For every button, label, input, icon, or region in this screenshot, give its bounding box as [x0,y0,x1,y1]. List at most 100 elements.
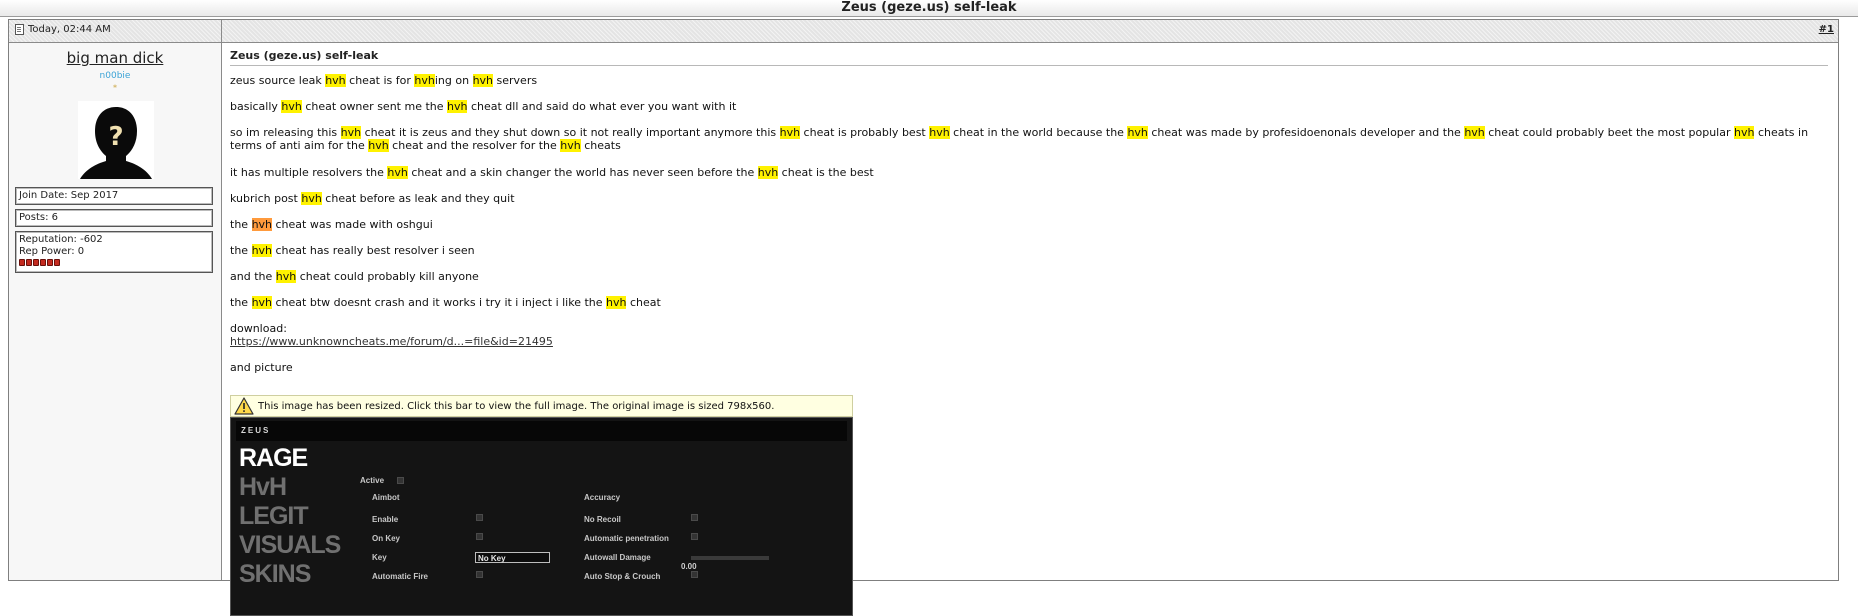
text-run: the [230,218,252,231]
search-highlight: hvh [281,100,302,113]
paragraph: it has multiple resolvers the hvh cheat … [230,166,874,179]
text-run: so im releasing this [230,126,341,139]
text-run: the [230,244,252,257]
search-highlight: hvh [779,126,801,139]
paragraph: the hvh cheat was made with oshgui [230,218,433,231]
post-date: Today, 02:44 AM [15,24,111,35]
default-avatar-icon: ? [78,101,154,179]
text-run: cheat was made by profesidoenonals devel… [1147,126,1465,139]
header-divider [221,20,222,42]
post-number: #1 [1819,24,1834,35]
paragraph: kubrich post hvh cheat before as leak an… [230,192,515,205]
picture-label: and picture [230,361,293,374]
search-highlight: hvh [472,74,494,87]
posts-box: Posts: 6 [15,209,213,227]
avatar[interactable]: ? [78,101,154,179]
menu-tab-legit: LEGIT [239,502,309,530]
menu-active-label: Active [360,476,385,485]
search-highlight: hvh [1127,126,1148,139]
paragraph: the hvh cheat btw doesnt crash and it wo… [230,296,661,309]
user-panel: big man dick n00bie ⁎ ? Join Date: Sep 2… [9,43,222,580]
menu-option: On Key [372,534,401,543]
search-highlight: hvh [275,270,297,283]
rep-dot-icon [40,259,46,266]
menu-checkbox [691,514,698,521]
paragraph: and the hvh cheat could probably kill an… [230,270,479,283]
menu-tab-visuals: VISUALS [239,531,341,559]
post-frame: Today, 02:44 AM #1 big man dick n00bie ⁎… [8,19,1839,616]
reputation-box: Reputation: -602 Rep Power: 0 [15,231,213,273]
search-highlight: hvh [387,166,408,179]
search-highlight: hvh [251,296,273,309]
menu-option: Automatic penetration [584,534,669,543]
rep-dot-icon [33,259,39,266]
menu-option: Enable [372,515,399,524]
reputation: Reputation: -602 [19,234,103,245]
thread-title-bar: Zeus (geze.us) self-leak [0,0,1858,17]
paragraph: so im releasing this hvh cheat it is zeu… [230,126,1830,152]
text-run: zeus source leak [230,74,326,87]
menu-autowall-value: 0.00 [681,562,697,571]
menu-option: Automatic Fire [372,572,429,581]
text-run: cheat was made with oshgui [272,218,433,231]
cheat-menu-screenshot[interactable]: ZEUS RAGE HvH LEGIT VISUALS SKINS Active… [230,417,853,616]
menu-aimbot-header: Aimbot [372,493,400,502]
menu-checkbox [691,533,698,540]
download-link-row: https://www.unknowncheats.me/forum/d...=… [230,335,553,348]
image-resize-bar[interactable]: This image has been resized. Click this … [230,395,853,417]
search-highlight: hvh [757,166,779,179]
text-run: cheat is probably best [800,126,930,139]
join-date-box: Join Date: Sep 2017 [15,187,213,205]
post-icon [15,24,24,35]
paragraph: the hvh cheat has really best resolver i… [230,244,475,257]
menu-option: Auto Stop & Crouch [584,572,661,581]
search-highlight: hvh [1464,126,1485,139]
text-run: kubrich post [230,192,302,205]
rep-dot-icon [19,259,25,266]
search-highlight: hvh [301,192,322,205]
text-run: and the [230,270,276,283]
user-title: n00bie [99,71,131,81]
menu-active-checkbox [397,477,404,484]
menu-option: No Recoil [584,515,621,524]
menu-option: Key [372,553,387,562]
text-run: cheat and a skin changer the world has n… [407,166,758,179]
rep-power: Rep Power: 0 [19,246,85,257]
text-run: cheat could probably beet the most popul… [1484,126,1734,139]
rep-dot-icon [54,259,60,266]
username-link[interactable]: big man dick [9,49,221,67]
paragraph: basically hvh cheat owner sent me the hv… [230,100,736,113]
menu-tab-rage: RAGE [239,444,308,472]
join-date: Join Date: Sep 2017 [19,190,119,201]
warning-icon [234,397,254,415]
search-highlight: hvh [929,126,950,139]
menu-checkbox [476,533,483,540]
title-divider [230,65,1828,66]
text-run: cheat owner sent me the [301,100,448,113]
menu-tab-hvh: HvH [239,473,287,501]
paragraph: zeus source leak hvh cheat is for hvhing… [230,74,537,87]
thread-title: Zeus (geze.us) self-leak [841,0,1017,15]
text-run: cheat has really best resolver i seen [272,244,475,257]
search-highlight: hvh [560,139,581,152]
download-link[interactable]: https://www.unknowncheats.me/forum/d...=… [230,335,553,348]
search-highlight: hvh [340,126,362,139]
menu-checkbox [691,571,698,578]
menu-brand: ZEUS [241,426,271,435]
post-header: Today, 02:44 AM #1 [9,20,1838,43]
post-title: Zeus (geze.us) self-leak [230,49,379,62]
text-run: cheat is the best [778,166,874,179]
menu-checkbox [476,571,483,578]
search-highlight: hvh [1734,126,1755,139]
search-highlight: hvh [368,139,389,152]
text-run: it has multiple resolvers the [230,166,388,179]
post-permalink[interactable]: #1 [1819,24,1834,35]
text-run: cheat could probably kill anyone [296,270,479,283]
text-run: servers [493,74,538,87]
text-run: cheat it is zeus and they shut down so i… [361,126,780,139]
search-highlight: hvh [251,244,273,257]
text-run: cheat and the resolver for the [388,139,561,152]
text-run: cheat in the world because the [949,126,1128,139]
menu-tab-skins: SKINS [239,560,311,588]
text-run: cheat dll and said do what ever you want… [467,100,737,113]
